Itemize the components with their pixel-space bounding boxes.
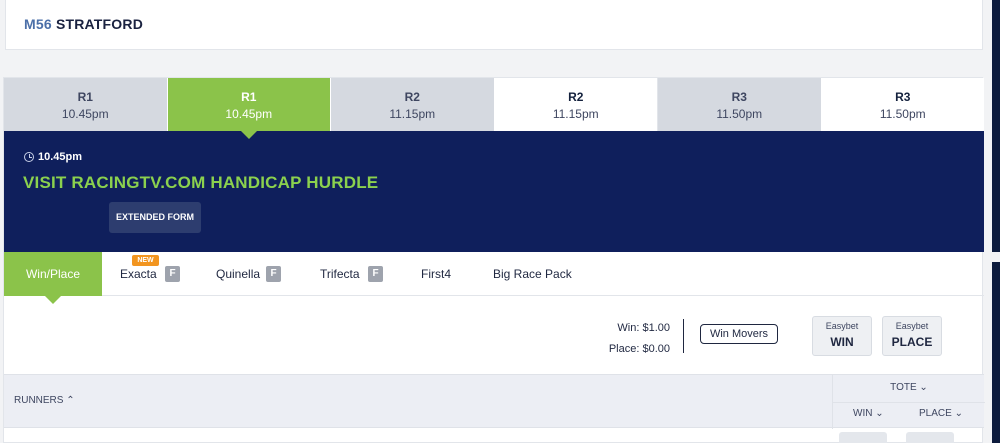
tab-exacta[interactable]: NEW Exacta F	[120, 252, 182, 296]
race-tab-time: 11.50pm	[716, 107, 763, 121]
divider	[833, 402, 985, 403]
race-tab-r1-active[interactable]: R1 10.45pm	[167, 78, 331, 139]
tote-dropdown[interactable]: TOTE ⌄	[833, 382, 985, 393]
race-tab-time: 10.45pm	[61, 107, 109, 121]
tab-trifecta-label: Trifecta	[320, 267, 360, 281]
bet-type-tabs: Win/Place NEW Exacta F Quinella F Trifec…	[4, 252, 984, 304]
tab-big-race-pack[interactable]: Big Race Pack	[493, 252, 583, 296]
tab-trifecta[interactable]: Trifecta F	[320, 252, 386, 296]
race-tab-time: 10.45pm	[225, 107, 273, 121]
race-tab-number: R2	[404, 90, 420, 104]
tab-big-race-pack-label: Big Race Pack	[493, 267, 572, 281]
venue-header: M56 STRATFORD	[5, 0, 983, 50]
race-time-label: 10.45pm	[38, 151, 83, 163]
race-tabs: R1 10.45pm R1 10.45pm R2 11.15pm R2 11.1…	[4, 78, 984, 139]
race-tab-time: 11.15pm	[552, 107, 599, 121]
venue-title: M56 STRATFORD	[24, 16, 143, 32]
race-tab-r2[interactable]: R2 11.15pm	[331, 78, 495, 131]
fixed-odds-badge: F	[165, 266, 180, 282]
easybet-place-button[interactable]: Easybet PLACE	[882, 316, 942, 356]
new-badge: NEW	[132, 255, 159, 266]
easybet-place-label: PLACE	[891, 335, 933, 349]
win-stake: Win: $1.00	[617, 322, 670, 334]
easybet-label: Easybet	[895, 321, 929, 331]
race-tab-r1[interactable]: R1 10.45pm	[4, 78, 168, 131]
extended-form-button[interactable]: EXTENDED FORM	[109, 202, 201, 233]
runners-table-header: RUNNERS ⌃ TOTE ⌄ WIN ⌄ PLACE ⌄	[4, 374, 985, 429]
race-tab-time: 11.50pm	[879, 107, 926, 121]
tab-quinella[interactable]: Quinella F	[216, 252, 284, 296]
race-tab-r3-alt[interactable]: R3 11.50pm	[821, 78, 984, 131]
fixed-odds-badge: F	[266, 266, 281, 282]
tab-first4[interactable]: First4	[421, 252, 461, 296]
runners-sort-header[interactable]: RUNNERS ⌃	[14, 395, 75, 406]
race-tab-number: R3	[895, 90, 911, 104]
right-edge-panel	[992, 0, 1000, 443]
race-tab-number: R2	[568, 90, 584, 104]
clock-icon	[24, 152, 34, 162]
race-tab-number: R3	[731, 90, 747, 104]
tab-exacta-label: Exacta	[120, 267, 157, 281]
race-tab-number: R1	[77, 90, 93, 104]
venue-name: STRATFORD	[55, 16, 144, 32]
fixed-odds-badge: F	[368, 266, 383, 282]
place-stake: Place: $0.00	[608, 343, 670, 355]
race-time: 10.45pm	[24, 151, 82, 163]
tab-first4-label: First4	[421, 267, 451, 281]
win-sort-header[interactable]: WIN ⌄	[853, 408, 884, 419]
easybet-label: Easybet	[825, 321, 859, 331]
place-sort-header[interactable]: PLACE ⌄	[919, 408, 963, 419]
race-name: VISIT RACINGTV.COM HANDICAP HURDLE	[23, 173, 379, 192]
tote-column: TOTE ⌄ WIN ⌄ PLACE ⌄	[832, 375, 985, 429]
easybet-win-label: WIN	[830, 335, 854, 349]
race-tab-r2-alt[interactable]: R2 11.15pm	[494, 78, 658, 131]
odds-button-win[interactable]	[839, 432, 887, 443]
easybet-win-button[interactable]: Easybet WIN	[812, 316, 872, 356]
race-tab-r3[interactable]: R3 11.50pm	[658, 78, 822, 131]
odds-button-place[interactable]	[906, 432, 954, 443]
race-banner: 10.45pm VISIT RACINGTV.COM HANDICAP HURD…	[4, 131, 984, 252]
race-tab-time: 11.15pm	[389, 107, 436, 121]
meeting-code: M56	[24, 16, 52, 32]
race-card: R1 10.45pm R1 10.45pm R2 11.15pm R2 11.1…	[3, 77, 985, 443]
win-movers-button[interactable]: Win Movers	[700, 324, 778, 344]
race-tab-number: R1	[241, 90, 257, 104]
divider	[683, 319, 684, 353]
stake-summary: Win: $1.00 Place: $0.00	[609, 318, 670, 360]
tab-win-place[interactable]: Win/Place	[4, 252, 102, 304]
tab-quinella-label: Quinella	[216, 267, 261, 281]
